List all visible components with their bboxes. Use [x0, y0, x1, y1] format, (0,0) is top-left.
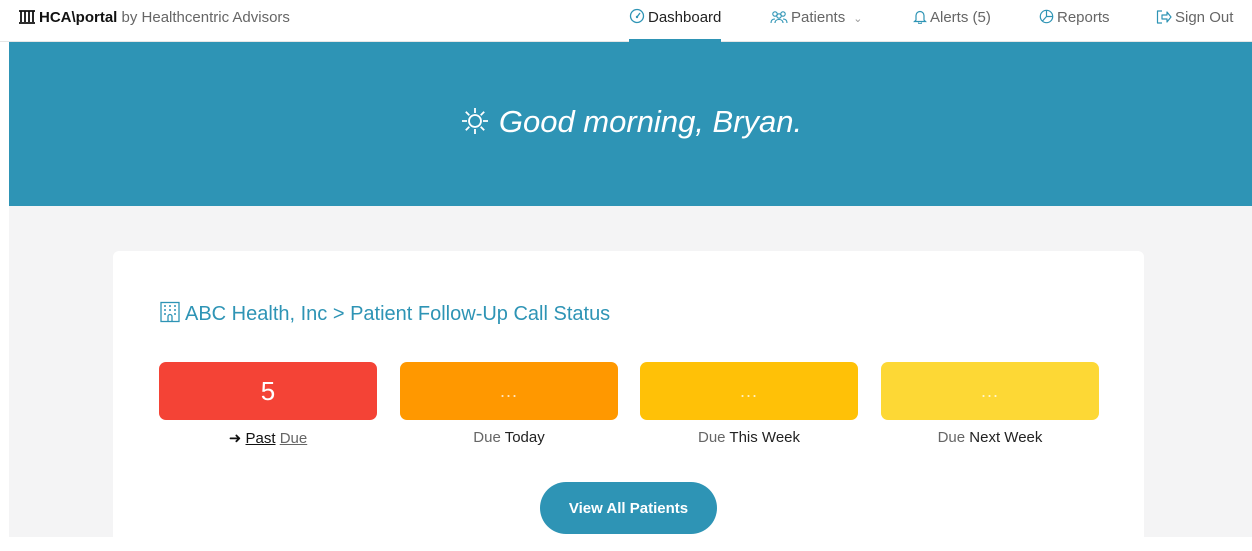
due-this-week-label-suffix: This Week	[729, 429, 800, 446]
nav-patients[interactable]: Patients ⌄	[770, 0, 862, 41]
due-next-week-tile[interactable]: ...	[881, 362, 1099, 420]
columns-icon	[18, 9, 39, 26]
card-title: ABC Health, Inc > Patient Follow-Up Call…	[159, 301, 610, 326]
nav-reports-label: Reports	[1057, 9, 1110, 26]
due-this-week-label-prefix: Due	[697, 429, 726, 446]
arrow-right-icon: ➜	[228, 430, 242, 447]
past-due-count: 5	[260, 376, 276, 406]
brand-logo[interactable]: HCA\portal by Healthcentric Advisors	[18, 9, 290, 26]
past-due-label-prefix: Past	[245, 430, 276, 447]
due-this-week-tile[interactable]: ...	[640, 362, 858, 420]
dashboard-gauge-icon	[629, 8, 648, 26]
due-today-tile[interactable]: ...	[400, 362, 618, 420]
nav-dashboard-label: Dashboard	[648, 9, 722, 26]
nav-sign-out-label: Sign Out	[1175, 9, 1234, 26]
due-today-label-suffix: Today	[504, 429, 545, 446]
due-this-week-label: Due This Week	[640, 429, 858, 446]
due-today-label-prefix: Due	[473, 429, 501, 446]
nav-alerts-label: Alerts (5)	[930, 9, 991, 26]
nav-dashboard[interactable]: Dashboard	[629, 0, 722, 42]
due-this-week-count: ...	[739, 381, 758, 401]
greeting-heading: Good morning, Bryan.	[9, 104, 1252, 140]
due-today-count: ...	[499, 381, 518, 401]
nav-alerts[interactable]: Alerts (5)	[913, 0, 991, 41]
greeting-text: Good morning, Bryan.	[498, 104, 803, 139]
nav-reports[interactable]: Reports	[1039, 0, 1110, 41]
chevron-down-icon: ⌄	[853, 13, 863, 25]
past-due-tile[interactable]: 5	[159, 362, 377, 420]
pie-chart-icon	[1039, 9, 1057, 26]
sun-icon	[459, 104, 499, 139]
building-icon	[159, 301, 185, 325]
card-title-text: ABC Health, Inc > Patient Follow-Up Call…	[185, 303, 611, 325]
follow-up-status-card: ABC Health, Inc > Patient Follow-Up Call…	[113, 251, 1144, 551]
top-navigation: HCA\portal by Healthcentric Advisors Das…	[0, 0, 1252, 42]
due-next-week-label-prefix: Due	[937, 429, 966, 446]
past-due-label[interactable]: ➜ Past Due	[159, 429, 377, 447]
bell-icon	[913, 9, 930, 26]
due-next-week-count: ...	[980, 381, 999, 401]
brand-byline: by Healthcentric Advisors	[121, 9, 290, 26]
due-next-week-label-suffix: Next Week	[969, 429, 1043, 446]
greeting-banner: Good morning, Bryan.	[9, 42, 1252, 206]
brand-name: HCA\portal	[39, 9, 118, 26]
nav-patients-label: Patients	[791, 9, 846, 26]
due-next-week-label: Due Next Week	[881, 429, 1099, 446]
sign-out-icon	[1156, 9, 1175, 26]
past-due-label-suffix: Due	[279, 430, 308, 447]
view-all-patients-button[interactable]: View All Patients	[540, 482, 717, 534]
people-icon	[770, 9, 791, 26]
nav-sign-out[interactable]: Sign Out	[1156, 0, 1233, 41]
due-today-label: Due Today	[400, 429, 618, 446]
